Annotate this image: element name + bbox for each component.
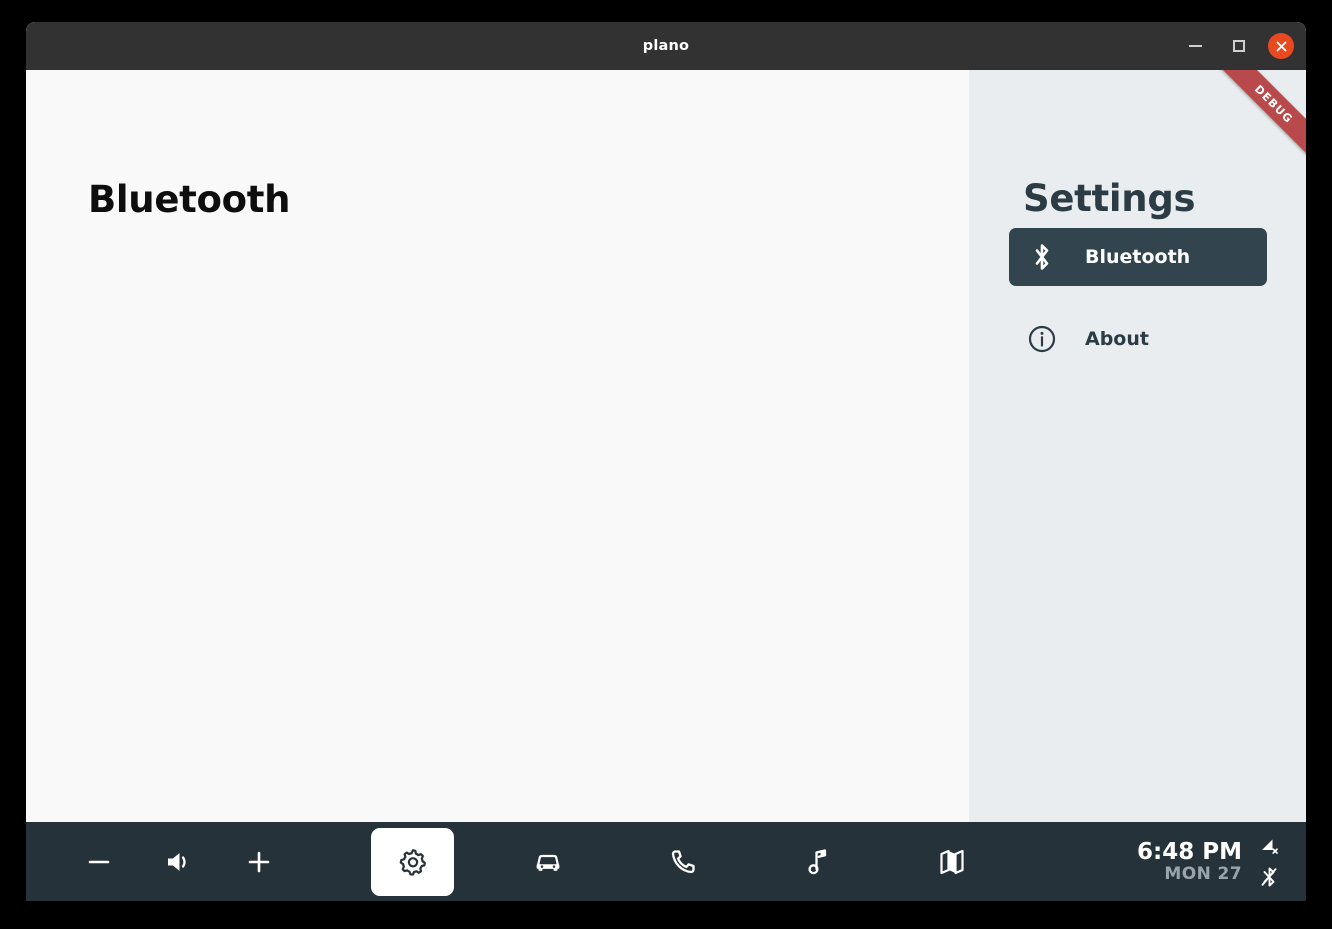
volume-increase-button[interactable]: [236, 839, 282, 885]
sidebar-item-label: About: [1085, 328, 1149, 350]
sidebar-title: Settings: [1023, 177, 1196, 220]
volume-icon: [168, 852, 186, 871]
sidebar-list: Bluetooth About: [1009, 228, 1267, 392]
volume-controls: [76, 839, 282, 885]
title-bar: plano: [26, 22, 1306, 70]
cellular-signal-off-icon: [1258, 836, 1280, 858]
toolbar-app-maps[interactable]: [911, 828, 994, 896]
minimize-button[interactable]: [1180, 31, 1210, 61]
status-icons: [1258, 836, 1280, 888]
settings-sidebar: DEBUG Settings Bluetooth About: [969, 70, 1306, 822]
maximize-button[interactable]: [1224, 31, 1254, 61]
bluetooth-off-icon: [1258, 866, 1280, 888]
map-icon: [939, 849, 964, 874]
sidebar-item-bluetooth[interactable]: Bluetooth: [1009, 228, 1267, 286]
sidebar-item-about[interactable]: About: [1009, 310, 1267, 368]
volume-decrease-button[interactable]: [76, 839, 122, 885]
status-area: 6:48 PM MON 27: [1137, 822, 1280, 901]
clock-date: MON 27: [1164, 863, 1242, 884]
gear-icon: [399, 848, 426, 876]
clock: 6:48 PM MON 27: [1137, 838, 1242, 884]
toolbar-app-phone[interactable]: [641, 828, 724, 896]
toolbar-app-car[interactable]: [506, 828, 589, 896]
plus-icon: [248, 851, 270, 872]
toolbar-app-music[interactable]: [776, 828, 859, 896]
bottom-toolbar: 6:48 PM MON 27: [26, 822, 1306, 901]
debug-ribbon: DEBUG: [1208, 70, 1306, 170]
app-launcher-bar: [371, 827, 994, 896]
toolbar-app-settings[interactable]: [371, 827, 454, 896]
application-window: plano Bluetooth DEBUG Settings Bluetooth…: [26, 22, 1306, 901]
minimize-icon: [1188, 45, 1202, 47]
window-body: Bluetooth DEBUG Settings Bluetooth About: [26, 70, 1306, 822]
page-title: Bluetooth: [88, 178, 291, 221]
minus-icon: [88, 860, 110, 863]
desktop-background: plano Bluetooth DEBUG Settings Bluetooth…: [0, 0, 1332, 929]
close-button[interactable]: [1268, 33, 1294, 59]
window-title: plano: [642, 38, 690, 54]
maximize-icon: [1233, 40, 1245, 52]
phone-icon: [671, 849, 695, 873]
window-controls: [1180, 22, 1294, 70]
clock-time: 6:48 PM: [1137, 838, 1242, 865]
volume-speaker-button[interactable]: [156, 839, 202, 885]
close-icon: [1276, 41, 1286, 51]
car-icon: [536, 854, 559, 871]
info-icon: [1025, 322, 1059, 356]
content-pane: Bluetooth: [26, 70, 969, 822]
sidebar-item-label: Bluetooth: [1085, 246, 1191, 268]
music-note-icon: [807, 848, 826, 874]
bluetooth-icon: [1025, 240, 1059, 274]
